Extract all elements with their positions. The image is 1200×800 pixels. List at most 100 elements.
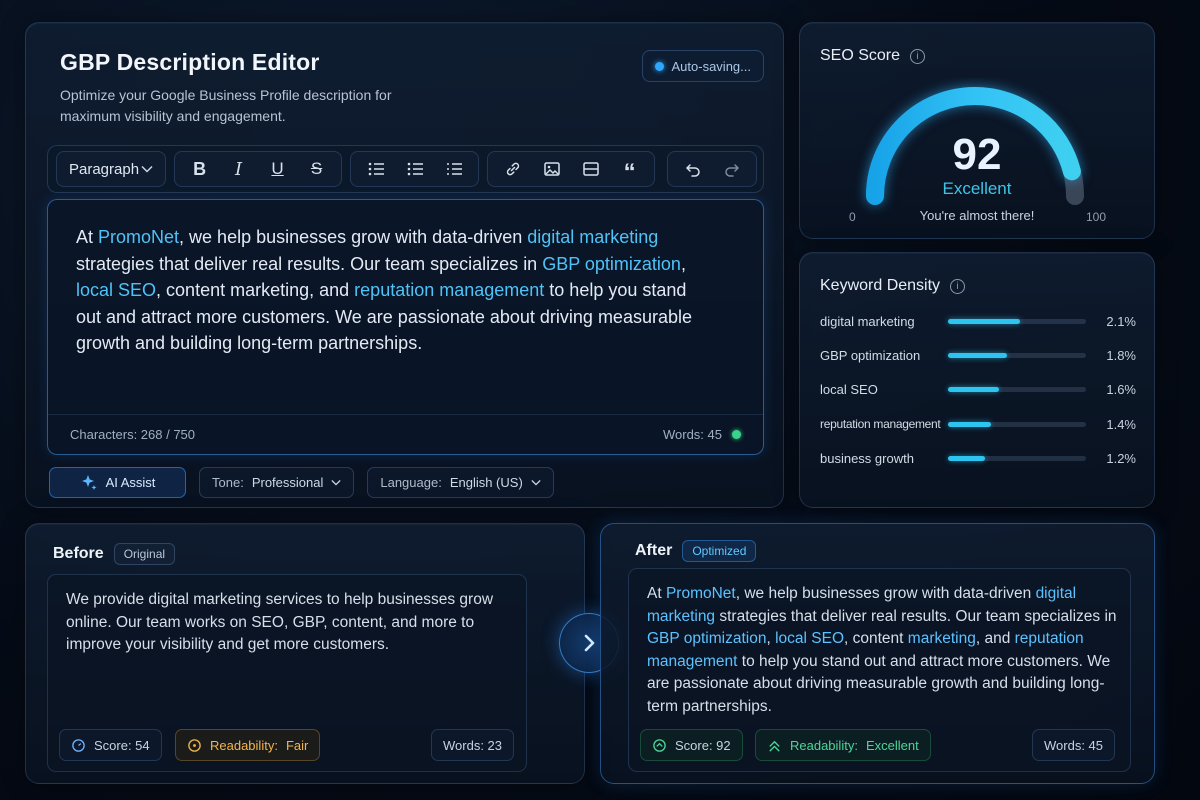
character-count: Characters: 268 / 750 <box>70 427 196 442</box>
quote-button[interactable]: “ <box>611 154 648 186</box>
strikethrough-icon: S <box>310 159 323 178</box>
bullet-list-button[interactable] <box>357 154 394 184</box>
description-editor[interactable]: At PromoNet, we help businesses grow wit… <box>47 199 764 455</box>
tone-label: Tone: <box>212 475 244 490</box>
link-button[interactable] <box>494 154 531 184</box>
checklist-icon <box>446 163 462 175</box>
ai-assist-button[interactable]: AI Assist <box>49 467 186 498</box>
keyword-name: business growth <box>820 450 914 466</box>
keyword-highlight: GBP optimization <box>647 630 767 647</box>
text-segment: At <box>647 585 666 602</box>
text-segment: strategies that deliver real results. Ou… <box>715 607 1117 625</box>
info-icon[interactable]: i <box>910 48 926 64</box>
before-readability-label: Readability: <box>210 737 278 753</box>
keyword-bar <box>948 318 1086 324</box>
quote-icon: “ <box>623 159 636 186</box>
keyword-value: 2.1% <box>1106 313 1136 329</box>
undo-button[interactable] <box>674 154 711 184</box>
keyword-highlight: reputation management <box>354 280 545 300</box>
before-word-count-badge: Words: 23 <box>431 729 515 761</box>
keyword-row: GBP optimization 1.8% <box>820 345 1136 365</box>
keyword-density-card: Keyword Density i digital marketing 2.1%… <box>799 252 1155 508</box>
link-icon <box>506 162 519 176</box>
after-text: At PromoNet, we help businesses grow wit… <box>647 583 1117 718</box>
word-count: Words: 45 <box>662 427 722 442</box>
after-readability-value: Excellent <box>865 737 919 753</box>
text-segment: , content marketing, and <box>156 280 355 300</box>
keyword-density-title: Keyword Density <box>820 277 941 294</box>
keyword-bar <box>948 455 1086 461</box>
redo-icon <box>724 164 739 177</box>
autosave-indicator: Auto-saving... <box>641 50 764 82</box>
original-badge: Original <box>113 543 176 565</box>
status-dot-icon <box>732 430 741 439</box>
text-segment: , we help businesses grow with data-driv… <box>179 227 528 247</box>
before-panel: Before Original We provide digital marke… <box>25 523 585 784</box>
tone-select[interactable]: Tone: Professional <box>199 467 355 498</box>
seo-score-card: SEO Score i 92 Excellent You're almost t… <box>799 22 1155 239</box>
seo-score-rating: Excellent <box>942 179 1012 198</box>
keyword-bar <box>948 352 1086 358</box>
keyword-bar-fill <box>948 386 1000 392</box>
autosave-dot-icon <box>654 61 664 71</box>
after-panel: After Optimized At PromoNet, we help bus… <box>600 523 1155 784</box>
autosave-label: Auto-saving... <box>671 58 752 74</box>
list-group <box>350 151 480 187</box>
checklist-button[interactable] <box>435 154 472 184</box>
chevron-down-icon <box>531 479 541 486</box>
chevron-down-icon <box>141 165 153 173</box>
chevron-down-icon <box>331 479 341 486</box>
text-segment: , content <box>844 630 908 647</box>
text-segment: , <box>680 253 686 274</box>
word-count-wrap: Words: 45 <box>663 427 741 442</box>
before-header: Before Original <box>53 543 176 565</box>
keyword-bar-fill <box>948 318 1020 324</box>
bold-button[interactable]: B <box>181 154 218 184</box>
description-text[interactable]: At PromoNet, we help businesses grow wit… <box>76 224 716 357</box>
bold-icon: B <box>193 158 207 179</box>
text-segment: At <box>76 227 99 247</box>
keyword-name: reputation management <box>820 417 941 431</box>
seo-score-title: SEO Score <box>820 47 901 64</box>
after-readability-label: Readability: <box>790 737 858 753</box>
info-icon[interactable]: i <box>950 278 966 294</box>
keyword-name: digital marketing <box>820 313 915 329</box>
language-select[interactable]: Language: English (US) <box>367 467 554 498</box>
redo-button[interactable] <box>713 154 750 184</box>
keyword-highlight: local SEO <box>76 280 157 300</box>
undo-icon <box>685 164 700 177</box>
numbered-list-button[interactable] <box>396 154 433 184</box>
keyword-row: business growth 1.2% <box>820 448 1136 468</box>
editor-footer: Characters: 268 / 750 Words: 45 <box>48 414 763 454</box>
before-word-count: Words: 23 <box>443 737 503 753</box>
editor-controls: AI Assist Tone: Professional Language: E… <box>49 467 554 498</box>
after-header: After Optimized <box>635 540 757 562</box>
image-button[interactable] <box>533 154 570 184</box>
keyword-row: local SEO 1.6% <box>820 379 1136 399</box>
embed-button[interactable] <box>572 154 609 184</box>
keyword-row: reputation management 1.4% <box>820 414 1136 434</box>
before-score-badge: Score: 54 <box>59 729 162 761</box>
paragraph-style-select[interactable]: Paragraph <box>56 151 167 187</box>
before-readability-value: Fair <box>285 737 309 753</box>
strikethrough-button[interactable]: S <box>298 154 335 184</box>
before-score: Score: 54 <box>94 737 150 753</box>
after-score-badge: Score: 92 <box>640 729 743 761</box>
keyword-value: 1.2% <box>1106 450 1136 466</box>
after-word-count: Words: 45 <box>1044 737 1104 753</box>
history-group <box>667 151 758 187</box>
ai-assist-label: AI Assist <box>105 475 156 490</box>
after-word-count-badge: Words: 45 <box>1032 729 1116 761</box>
text-segment: strategies that deliver real results. Ou… <box>76 253 543 274</box>
chevron-right-icon <box>584 634 595 652</box>
insert-group: “ <box>487 151 656 187</box>
gauge-min-label: 0 <box>849 210 856 224</box>
after-title: After <box>635 542 673 559</box>
embed-icon <box>582 162 599 176</box>
underline-button[interactable]: U <box>259 154 296 184</box>
italic-button[interactable]: I <box>220 154 257 184</box>
text-segment: , and <box>975 630 1015 647</box>
keyword-highlight: digital marketing <box>527 227 659 247</box>
keyword-density-header: Keyword Density i <box>820 277 966 295</box>
optimized-badge: Optimized <box>682 540 757 562</box>
